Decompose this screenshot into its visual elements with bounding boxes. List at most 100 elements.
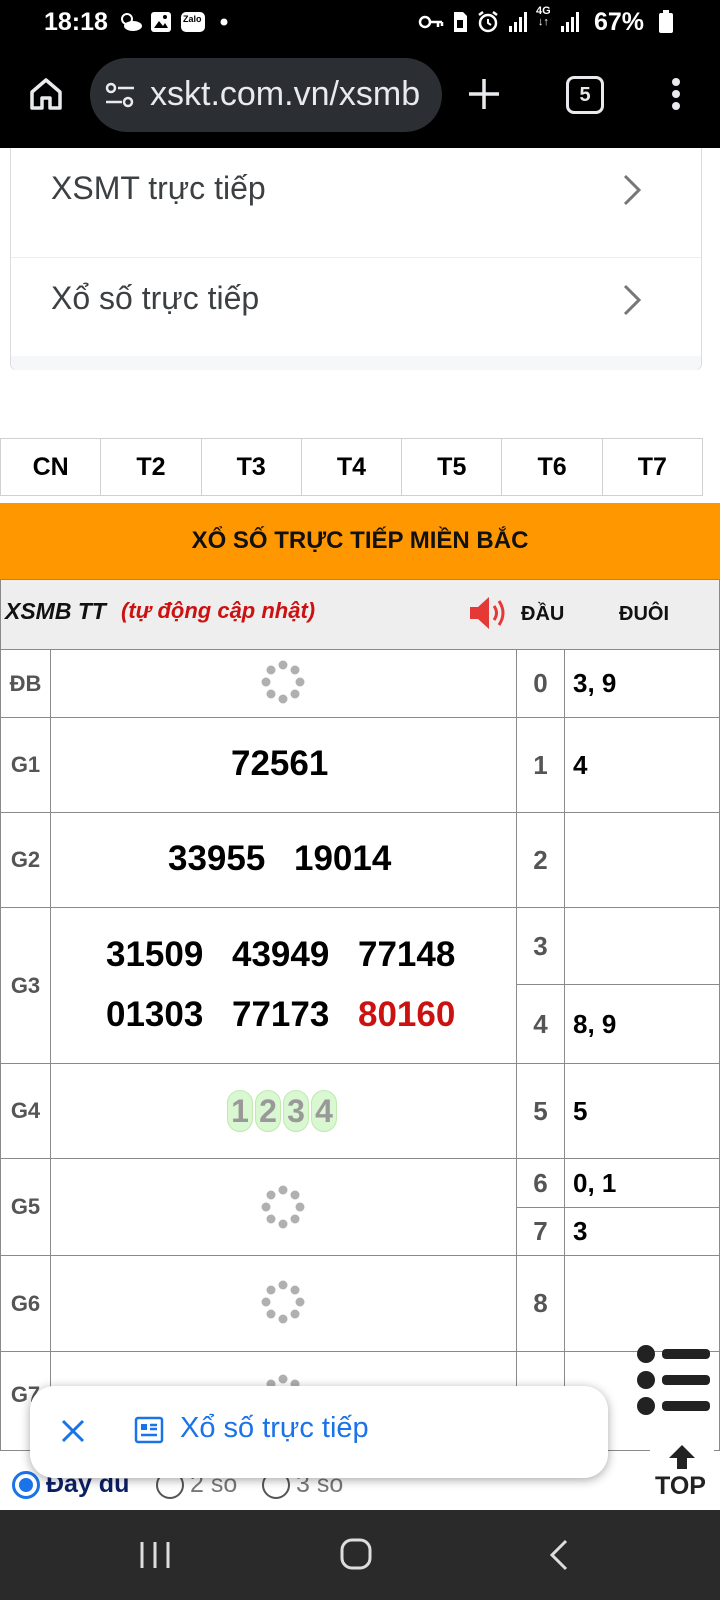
chevron-right-icon bbox=[621, 282, 643, 323]
site-settings-icon[interactable] bbox=[104, 80, 136, 115]
prize-label-db: ĐB bbox=[0, 649, 51, 718]
dau-cell: 3 bbox=[516, 907, 565, 985]
home-nav-icon[interactable] bbox=[340, 1538, 372, 1575]
signal-icon bbox=[560, 10, 582, 34]
tab-t4[interactable]: T4 bbox=[302, 439, 403, 495]
duoi-cell: 8, 9 bbox=[564, 984, 720, 1064]
prize-label-g6: G6 bbox=[0, 1255, 51, 1352]
prize-number: 01303 bbox=[106, 995, 204, 1034]
prize-numbers-db bbox=[50, 649, 517, 718]
duoi-cell: 3 bbox=[564, 1207, 720, 1256]
home-icon[interactable] bbox=[26, 74, 66, 119]
prize-label-g4: G4 bbox=[0, 1063, 51, 1159]
results-table: XSMB TT (tự động cập nhật) ĐẦU ĐUÔI ĐB G… bbox=[0, 579, 720, 1459]
prize-numbers-g5 bbox=[50, 1158, 517, 1256]
prize-numbers-g1: 72561 bbox=[50, 717, 517, 813]
xsmb-label: XSMB TT bbox=[5, 598, 106, 624]
rolling-digit: 2 bbox=[255, 1090, 281, 1132]
prize-number: 77173 bbox=[232, 995, 330, 1034]
prize-number: 19014 bbox=[294, 839, 392, 878]
new-tab-icon[interactable] bbox=[464, 74, 504, 119]
prize-number: 31509 bbox=[106, 935, 204, 974]
duoi-cell: 5 bbox=[564, 1063, 720, 1159]
tab-t2[interactable]: T2 bbox=[101, 439, 202, 495]
status-time: 18:18 bbox=[44, 8, 108, 36]
tab-t3[interactable]: T3 bbox=[202, 439, 302, 495]
dau-header: ĐẦU bbox=[521, 603, 565, 625]
tab-t5[interactable]: T5 bbox=[402, 439, 503, 495]
article-icon bbox=[134, 1416, 164, 1449]
dot-icon bbox=[220, 10, 228, 34]
menu-item-label: Xổ số trực tiếp bbox=[51, 280, 260, 316]
prize-numbers-g2: 33955 19014 bbox=[50, 812, 517, 908]
close-icon[interactable] bbox=[60, 1418, 86, 1449]
menu-card: XSMT trực tiếp Xổ số trực tiếp bbox=[10, 148, 702, 370]
duoi-cell bbox=[564, 907, 720, 985]
system-nav-bar bbox=[0, 1510, 720, 1600]
dau-cell: 1 bbox=[516, 717, 565, 813]
speaker-icon[interactable] bbox=[467, 593, 511, 638]
browser-toolbar: xskt.com.vn/xsmb 5 bbox=[0, 46, 720, 148]
prize-number: 77148 bbox=[358, 935, 456, 974]
prize-label-g5: G5 bbox=[0, 1158, 51, 1256]
tab-t6[interactable]: T6 bbox=[502, 439, 603, 495]
results-header-row: XSMB TT (tự động cập nhật) ĐẦU ĐUÔI bbox=[0, 579, 720, 650]
rolling-digit: 3 bbox=[283, 1090, 309, 1132]
recent-apps-icon[interactable] bbox=[138, 1540, 172, 1575]
duoi-cell: 3, 9 bbox=[564, 649, 720, 718]
duoi-header: ĐUÔI bbox=[619, 603, 669, 625]
url-text: xskt.com.vn/xsmb bbox=[150, 75, 421, 113]
key-icon bbox=[418, 10, 444, 34]
address-bar[interactable]: xskt.com.vn/xsmb bbox=[90, 58, 442, 132]
duoi-cell bbox=[564, 1255, 720, 1352]
dau-cell: 7 bbox=[516, 1207, 565, 1256]
duoi-cell bbox=[564, 812, 720, 908]
arrow-up-icon bbox=[669, 1445, 695, 1469]
duoi-cell: 0, 1 bbox=[564, 1158, 720, 1208]
signal-icon bbox=[508, 10, 530, 34]
alarm-icon bbox=[476, 10, 500, 34]
auto-update-label: (tự động cập nhật) bbox=[121, 598, 316, 623]
prize-number: 72561 bbox=[231, 744, 329, 783]
prize-label-g2: G2 bbox=[0, 812, 51, 908]
menu-item-label: XSMT trực tiếp bbox=[51, 170, 266, 206]
tab-cn[interactable]: CN bbox=[1, 439, 102, 495]
loading-spinner-icon bbox=[261, 1280, 305, 1324]
rolling-digits: 1 2 3 4 bbox=[227, 1090, 337, 1132]
duoi-cell: 4 bbox=[564, 717, 720, 813]
prize-number: 43949 bbox=[232, 935, 330, 974]
sheet-title[interactable]: Xổ số trực tiếp bbox=[180, 1412, 369, 1445]
prize-numbers-g6 bbox=[50, 1255, 517, 1352]
back-nav-icon[interactable] bbox=[548, 1538, 570, 1577]
dau-cell: 4 bbox=[516, 984, 565, 1064]
dau-cell: 6 bbox=[516, 1158, 565, 1208]
rolling-digit: 1 bbox=[227, 1090, 253, 1132]
tab-switcher-button[interactable]: 5 bbox=[566, 76, 604, 114]
tab-t7[interactable]: T7 bbox=[603, 439, 702, 495]
network-type: 4G ↓↑ bbox=[536, 5, 551, 28]
weather-icon bbox=[118, 10, 144, 34]
radio-button[interactable] bbox=[12, 1470, 40, 1499]
prize-label-g1: G1 bbox=[0, 717, 51, 813]
rolling-digit: 4 bbox=[311, 1090, 337, 1132]
section-header: XỔ SỐ TRỰC TIẾP MIỀN BẮC bbox=[0, 503, 720, 579]
list-menu-icon[interactable] bbox=[636, 1344, 712, 1421]
dau-cell: 2 bbox=[516, 812, 565, 908]
loading-spinner-icon bbox=[261, 660, 305, 704]
prize-label-g3: G3 bbox=[0, 907, 51, 1064]
dau-cell: 5 bbox=[516, 1063, 565, 1159]
battery-icon bbox=[658, 10, 674, 34]
day-tabs: CN T2 T3 T4 T5 T6 T7 bbox=[0, 438, 703, 496]
bottom-sheet: Xổ số trực tiếp bbox=[30, 1386, 608, 1478]
more-options-icon[interactable] bbox=[668, 74, 684, 119]
menu-item-xsmt[interactable]: XSMT trực tiếp bbox=[11, 148, 701, 258]
dau-cell: 0 bbox=[516, 649, 565, 718]
gallery-icon bbox=[150, 10, 172, 34]
loading-spinner-icon bbox=[261, 1185, 305, 1229]
prize-number-latest: 80160 bbox=[358, 995, 456, 1034]
prize-numbers-g4: 1 2 3 4 bbox=[50, 1063, 517, 1159]
prize-number: 33955 bbox=[168, 839, 266, 878]
menu-item-xoso[interactable]: Xổ số trực tiếp bbox=[11, 258, 701, 368]
card-footer bbox=[11, 356, 701, 370]
prize-numbers-g3: 31509 43949 77148 01303 77173 80160 bbox=[50, 907, 517, 1064]
